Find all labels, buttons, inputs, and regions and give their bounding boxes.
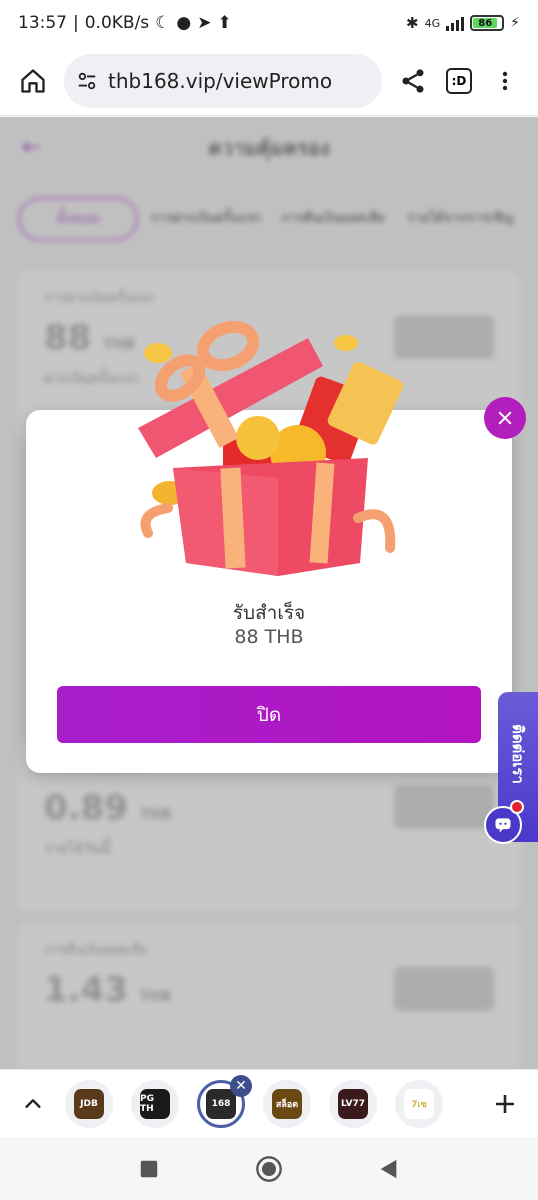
battery-icon: 86 bbox=[470, 15, 505, 31]
app-tab-1[interactable]: JDB bbox=[65, 1079, 113, 1128]
battery-level: 86 bbox=[473, 18, 498, 29]
home-button[interactable] bbox=[10, 58, 56, 104]
new-tab-button[interactable] bbox=[482, 1081, 528, 1127]
app-tab-2[interactable]: PG TH bbox=[131, 1079, 179, 1128]
bluetooth-icon: ✱ bbox=[406, 14, 419, 32]
modal-title: รับสำเร็จ bbox=[232, 602, 306, 624]
address-bar[interactable]: thb168.vip/viewPromo bbox=[64, 53, 382, 108]
tab-strip: JDB PG TH 168 ✕ สล็อต LV77 7เซ bbox=[0, 1069, 538, 1137]
home-icon bbox=[21, 68, 45, 93]
status-bar: 13:57 | 0.0KB/s ☾ ● ➤ ⬆ ✱ 4G 86 ⚡ bbox=[0, 0, 538, 46]
tab-count: :D bbox=[446, 67, 472, 94]
browser-toolbar: thb168.vip/viewPromo :D bbox=[0, 46, 538, 116]
share-icon bbox=[402, 68, 424, 93]
app-tab-active[interactable]: 168 ✕ bbox=[197, 1074, 252, 1128]
gift-box-illustration bbox=[138, 320, 404, 576]
recents-icon[interactable] bbox=[138, 1158, 160, 1180]
home-nav-icon[interactable] bbox=[255, 1155, 283, 1183]
app-tab-4[interactable]: สล็อต bbox=[263, 1079, 311, 1128]
app-tab-label: PG TH bbox=[140, 1088, 170, 1119]
share-button[interactable] bbox=[390, 58, 436, 104]
notification-dot bbox=[510, 800, 524, 814]
menu-button[interactable] bbox=[482, 58, 528, 104]
app-tab-label: สล็อต bbox=[272, 1088, 302, 1119]
url-text: thb168.vip/viewPromo bbox=[108, 68, 333, 93]
chevron-up-icon bbox=[25, 1098, 41, 1108]
plus-icon bbox=[496, 1094, 514, 1113]
charging-icon: ⚡ bbox=[510, 15, 520, 31]
support-label: ติดต่อเรา bbox=[509, 724, 527, 784]
status-speed: 0.0KB/s bbox=[84, 13, 150, 33]
back-nav-icon[interactable] bbox=[378, 1158, 400, 1180]
chat-icon: ● bbox=[176, 13, 192, 33]
status-time: 13:57 bbox=[18, 13, 67, 33]
app-tab-label: 168 bbox=[206, 1088, 236, 1119]
collapse-button[interactable] bbox=[10, 1081, 56, 1127]
moon-icon: ☾ bbox=[155, 13, 171, 33]
close-tab-icon[interactable]: ✕ bbox=[230, 1074, 252, 1097]
chat-bubble-icon bbox=[495, 818, 511, 833]
site-settings-icon[interactable] bbox=[76, 70, 98, 92]
app-tab-label: 7เซ bbox=[404, 1088, 434, 1119]
app-tab-label: LV77 bbox=[338, 1088, 368, 1119]
modal-ok-button[interactable]: ปิด bbox=[57, 686, 481, 743]
modal-close-button[interactable] bbox=[484, 397, 526, 439]
tabs-button[interactable]: :D bbox=[436, 58, 482, 104]
app-tab-6[interactable]: 7เซ bbox=[395, 1079, 443, 1128]
close-icon bbox=[498, 411, 512, 425]
modal-amount: 88 THB bbox=[234, 626, 304, 648]
more-vert-icon bbox=[502, 71, 508, 90]
telegram-icon: ➤ bbox=[197, 13, 212, 33]
status-separator: | bbox=[73, 13, 79, 33]
signal-icon bbox=[446, 15, 465, 31]
network-type: 4G bbox=[424, 16, 441, 30]
system-nav-bar bbox=[0, 1137, 538, 1200]
app-tab-label: JDB bbox=[74, 1088, 104, 1119]
support-label-wrap: ติดต่อเรา bbox=[501, 704, 535, 804]
upload-icon: ⬆ bbox=[217, 13, 232, 33]
app-tab-5[interactable]: LV77 bbox=[329, 1079, 377, 1128]
